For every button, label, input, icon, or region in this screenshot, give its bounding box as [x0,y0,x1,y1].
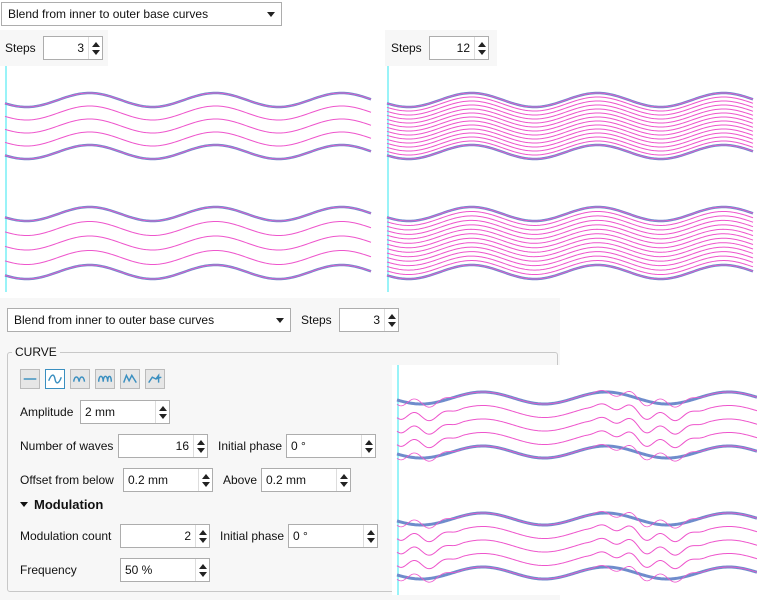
blend-curve [4,105,372,121]
blend-curve [396,537,757,556]
base-curve [4,205,372,223]
base-curve [386,91,754,109]
amplitude-label: Amplitude [20,405,74,419]
phase-value: 0 ° [291,439,306,453]
right-steps-panel: Steps 12 [385,30,497,66]
offset-above-stepper[interactable]: 0.2 mm [261,468,351,492]
modulation-toggle[interactable]: Modulation [20,497,103,512]
spin-arrows-icon[interactable] [384,309,398,331]
waves-stepper[interactable]: 16 [118,434,208,458]
straight-line-icon [23,378,37,380]
chevron-down-icon [267,11,275,17]
modulation-header: Modulation [34,497,104,512]
bottom-mode-value: Blend from inner to outer base curves [14,313,215,327]
spin-arrows-icon[interactable] [363,525,377,547]
spin-arrows-icon[interactable] [195,559,209,581]
left-steps-stepper[interactable]: 3 [43,36,103,60]
bottom-steps-stepper[interactable]: 3 [339,308,399,332]
blend-curve [4,249,372,266]
arc-wave-icon [72,376,86,382]
frequency-stepper[interactable]: 50 % [120,558,210,582]
blend-curve [396,430,757,449]
above-label: Above [223,473,258,487]
mod-phase-stepper[interactable]: 0 ° [288,524,378,548]
loop-wave-icon [97,375,113,382]
spin-arrows-icon[interactable] [195,525,209,547]
modulated-curve-preview [396,365,757,595]
amplitude-stepper[interactable]: 2 mm [80,400,170,424]
left-steps-value: 3 [77,41,84,55]
blend-curve [396,403,757,422]
base-curve [396,565,757,581]
right-steps-value: 12 [456,41,470,55]
chevron-down-icon [276,317,284,323]
base-curve [4,143,372,161]
spin-arrows-icon[interactable] [155,401,169,423]
sine-wave-icon [48,374,62,384]
waves-label: Number of waves [20,439,114,453]
blend-curve [396,416,757,435]
offset-below-value: 0.2 mm [128,473,169,487]
spin-arrows-icon[interactable] [88,37,102,59]
blend-curve [4,131,372,147]
right-steps-stepper[interactable]: 12 [429,36,489,60]
base-curve [396,511,757,527]
bottom-mode-dropdown[interactable]: Blend from inner to outer base curves [7,308,291,332]
base-curve [396,444,757,460]
waves-value: 16 [175,439,189,453]
frequency-label: Frequency [20,563,77,577]
spin-arrows-icon[interactable] [474,37,488,59]
frequency-value: 50 % [125,563,153,577]
curve-shape-button[interactable] [70,369,90,389]
base-curve [386,205,754,223]
blend-curve [4,235,372,251]
mod-phase-label: Initial phase [220,529,285,543]
curve-shape-button[interactable] [45,369,65,389]
spin-arrows-icon[interactable] [193,435,207,457]
left-curve-preview [4,66,372,292]
amplitude-value: 2 mm [85,405,115,419]
blend-curve [4,118,372,134]
blend-curve [396,524,757,543]
spin-arrows-icon[interactable] [361,435,375,457]
phase-label: Initial phase [218,439,283,453]
offset-label: Offset from below [20,473,114,487]
peak-wave-icon [123,373,137,383]
blend-curve [4,220,372,237]
right-steps-label: Steps [391,41,422,55]
blend-curve [396,551,757,570]
base-curve [396,390,757,406]
mod-phase-value: 0 ° [293,529,308,543]
top-mode-dropdown[interactable]: Blend from inner to outer base curves [1,2,282,26]
offset-above-value: 0.2 mm [266,473,307,487]
top-mode-value: Blend from inner to outer base curves [8,7,209,21]
bottom-steps-value: 3 [373,313,380,327]
left-steps-panel: Steps 3 [0,30,108,66]
triangle-down-icon [20,502,28,507]
spin-arrows-icon[interactable] [336,469,350,491]
custom-wave-icon [148,373,162,383]
mod-count-label: Modulation count [20,529,112,543]
base-curve [4,263,372,281]
curve-shape-button[interactable] [20,369,40,389]
right-curve-preview [386,66,754,292]
mod-count-stepper[interactable]: 2 [120,524,210,548]
curve-group-title: CURVE [12,345,60,359]
offset-below-stepper[interactable]: 0.2 mm [123,468,213,492]
base-curve [4,91,372,109]
spin-arrows-icon[interactable] [198,469,212,491]
phase-stepper[interactable]: 0 ° [286,434,376,458]
curve-shape-button[interactable] [145,369,165,389]
curve-shape-button[interactable] [95,369,115,389]
mod-count-value: 2 [184,529,191,543]
bottom-steps-label: Steps [301,313,332,327]
left-steps-label: Steps [5,41,36,55]
curve-shape-button[interactable] [120,369,140,389]
